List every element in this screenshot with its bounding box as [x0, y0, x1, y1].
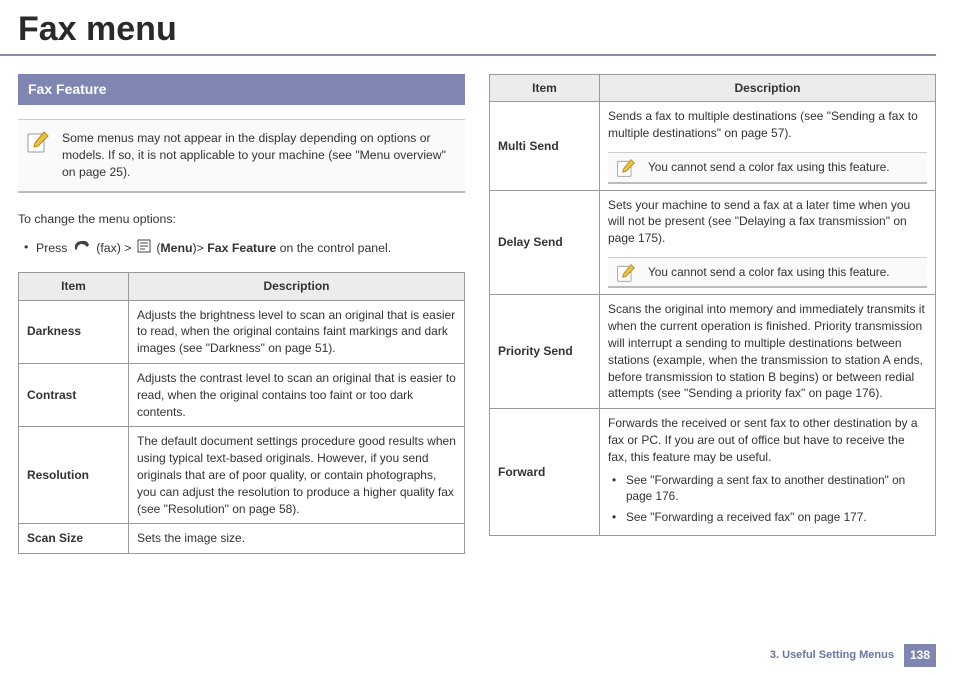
page-number: 138: [904, 644, 936, 667]
press-menu-bold: Menu: [160, 240, 192, 254]
desc-cell: Sets your machine to send a fax at a lat…: [600, 190, 936, 295]
item-cell: Resolution: [19, 427, 129, 524]
item-cell: Multi Send: [490, 102, 600, 190]
desc-cell: Sets the image size.: [129, 524, 465, 554]
desc-cell: The default document settings procedure …: [129, 427, 465, 524]
desc-text: Forwards the received or sent fax to oth…: [608, 416, 918, 464]
table-row: Resolution The default document settings…: [19, 427, 465, 524]
table-row: Multi Send Sends a fax to multiple desti…: [490, 102, 936, 190]
page-title: Fax menu: [0, 2, 936, 56]
table-right: Item Description Multi Send Sends a fax …: [489, 74, 936, 537]
desc-cell: Adjusts the contrast level to scan an or…: [129, 364, 465, 427]
menu-doc-icon: [137, 239, 151, 258]
press-suffix: on the control panel.: [276, 240, 391, 254]
pencil-note-icon: [616, 263, 636, 283]
content-columns: Fax Feature Some menus may not appear in…: [0, 56, 954, 555]
section-heading-fax-feature: Fax Feature: [18, 74, 465, 106]
desc-cell: Adjusts the brightness level to scan an …: [129, 300, 465, 363]
left-column: Fax Feature Some menus may not appear in…: [18, 74, 465, 555]
note-no-color-fax: You cannot send a color fax using this f…: [608, 152, 927, 184]
right-column: Item Description Multi Send Sends a fax …: [489, 74, 936, 555]
table-header-item: Item: [19, 272, 129, 300]
table-header-item: Item: [490, 74, 600, 102]
list-item: See "Forwarding a sent fax to another de…: [622, 472, 927, 505]
table-row: Delay Send Sets your machine to send a f…: [490, 190, 936, 295]
pencil-note-icon: [26, 130, 50, 154]
desc-text: Sends a fax to multiple destinations (se…: [608, 109, 918, 140]
pencil-note-icon: [616, 158, 636, 178]
instruction-intro: To change the menu options:: [18, 211, 465, 228]
item-cell: Darkness: [19, 300, 129, 363]
table-row: Scan Size Sets the image size.: [19, 524, 465, 554]
press-feature-bold: Fax Feature: [207, 240, 276, 254]
table-row: Contrast Adjusts the contrast level to s…: [19, 364, 465, 427]
table-left: Item Description Darkness Adjusts the br…: [18, 272, 465, 554]
note-menu-availability: Some menus may not appear in the display…: [18, 119, 465, 193]
chapter-label: 3. Useful Setting Menus: [770, 648, 894, 663]
press-menu-close: )>: [193, 240, 208, 254]
item-cell: Scan Size: [19, 524, 129, 554]
page-footer: 3. Useful Setting Menus 138: [770, 644, 936, 667]
table-row: Forward Forwards the received or sent fa…: [490, 409, 936, 536]
table-header-desc: Description: [129, 272, 465, 300]
note-no-color-fax: You cannot send a color fax using this f…: [608, 257, 927, 289]
desc-cell: Scans the original into memory and immed…: [600, 295, 936, 409]
list-item: See "Forwarding a received fax" on page …: [622, 509, 927, 526]
press-prefix: Press: [36, 240, 71, 254]
item-cell: Forward: [490, 409, 600, 536]
table-header-desc: Description: [600, 74, 936, 102]
table-row: Priority Send Scans the original into me…: [490, 295, 936, 409]
item-cell: Delay Send: [490, 190, 600, 295]
desc-text: Sets your machine to send a fax at a lat…: [608, 198, 910, 246]
desc-cell: Forwards the received or sent fax to oth…: [600, 409, 936, 536]
table-row: Darkness Adjusts the brightness level to…: [19, 300, 465, 363]
see-list: See "Forwarding a sent fax to another de…: [608, 472, 927, 526]
press-line: Press (fax) > (Menu)> Fax Feature on the…: [24, 239, 465, 258]
note-text: Some menus may not appear in the display…: [62, 131, 446, 179]
press-fax-label: (fax) >: [96, 240, 135, 254]
item-cell: Priority Send: [490, 295, 600, 409]
note-text: You cannot send a color fax using this f…: [648, 160, 890, 174]
fax-handset-icon: [73, 239, 91, 258]
desc-cell: Sends a fax to multiple destinations (se…: [600, 102, 936, 190]
item-cell: Contrast: [19, 364, 129, 427]
note-text: You cannot send a color fax using this f…: [648, 265, 890, 279]
